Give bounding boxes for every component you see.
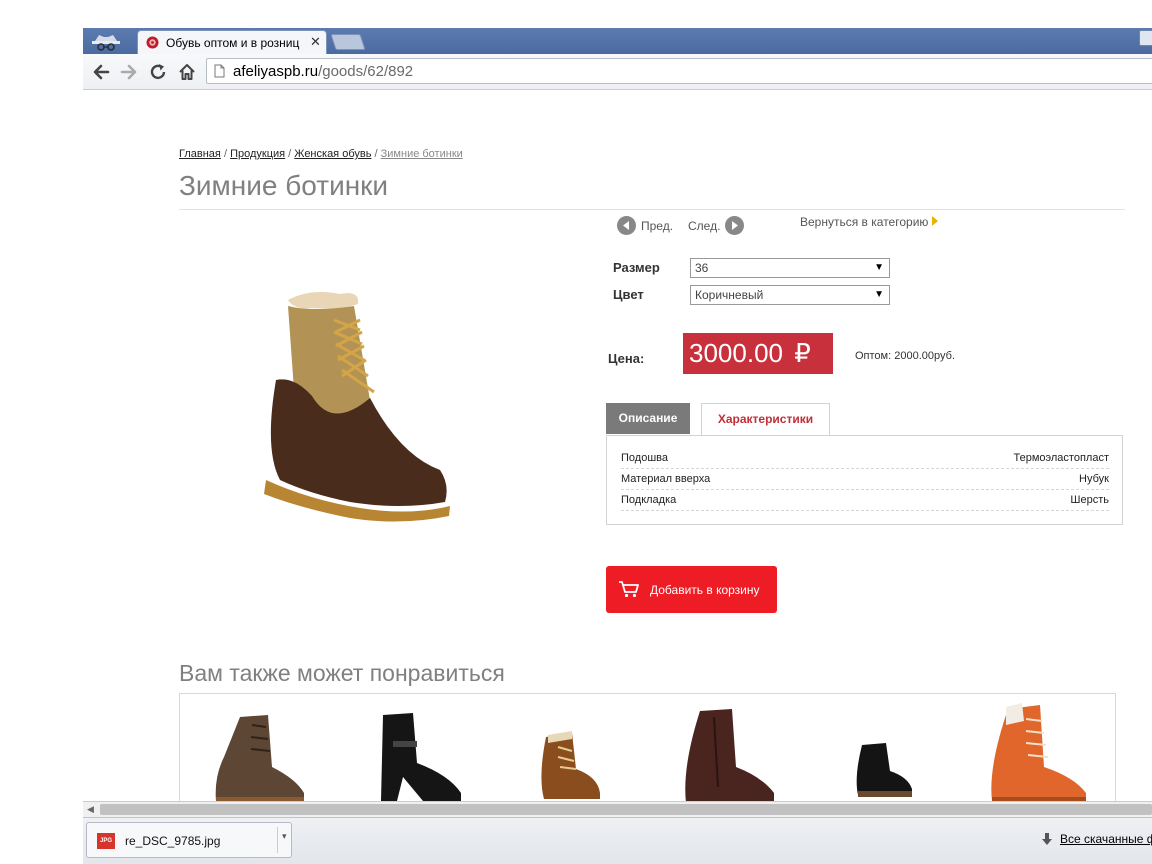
prev-label: Пред. [641, 218, 674, 233]
price-value: 3000.00 [689, 338, 783, 368]
related-title: Вам также может понравиться [179, 660, 505, 686]
spec-value: Термоэластопласт [1013, 452, 1110, 464]
screen: Обувь оптом и в розниц ✕ afeliyaspb.ru/g… [0, 0, 1152, 864]
color-value: Коричневый [695, 288, 764, 302]
address-url: afeliyaspb.ru/goods/62/892 [233, 63, 413, 80]
breadcrumb: Главная / Продукция / Женская обувь / Зи… [179, 148, 463, 160]
next-label: След. [688, 218, 721, 233]
breadcrumb-separator: / [374, 148, 378, 160]
triangle-right-icon [932, 216, 939, 226]
download-file-name: re_DSC_9785.jpg [125, 834, 221, 848]
wholesale-price: Оптом: 2000.00руб. [855, 350, 955, 362]
incognito-icon [92, 35, 120, 51]
price-badge: 3000.00 ₽ [683, 333, 833, 374]
scrollbar-thumb[interactable] [100, 804, 1152, 815]
scroll-left-arrow-icon[interactable]: ◀ [87, 804, 94, 815]
specifications-panel: Подошва Термоэластопласт Материал вверха… [606, 435, 1123, 525]
breadcrumb-separator: / [288, 148, 292, 160]
prev-link[interactable]: Пред. [617, 216, 673, 235]
dropdown-arrow-icon: ▼ [874, 262, 884, 273]
url-domain: afeliyaspb.ru [233, 63, 319, 80]
breadcrumb-separator: / [223, 148, 227, 160]
rose-favicon-icon [146, 36, 159, 49]
spec-value: Шерсть [1070, 494, 1109, 506]
related-product-image[interactable] [978, 697, 1098, 807]
related-product-image[interactable] [666, 697, 786, 807]
page-icon [214, 64, 225, 78]
back-arrow-icon[interactable] [91, 62, 111, 82]
horizontal-scrollbar[interactable]: ◀ [83, 801, 1152, 817]
download-menu-arrow-icon[interactable]: ▾ [282, 831, 287, 842]
spec-key: Подошва [621, 452, 668, 464]
tab-title: Обувь оптом и в розниц [166, 36, 300, 50]
next-link[interactable]: След. [688, 216, 745, 235]
size-select[interactable]: 36 ▼ [690, 258, 890, 278]
title-divider [179, 209, 1125, 210]
cart-icon [619, 581, 639, 598]
address-bar[interactable]: afeliyaspb.ru/goods/62/892 [206, 58, 1152, 84]
add-to-cart-label: Добавить в корзину [650, 583, 760, 597]
breadcrumb-category-link[interactable]: Женская обувь [294, 148, 371, 160]
download-item[interactable]: JPG re_DSC_9785.jpg ▾ [86, 822, 292, 858]
tab-specifications[interactable]: Характеристики [701, 403, 830, 436]
breadcrumb-current[interactable]: Зимние ботинки [381, 148, 463, 160]
page-title: Зимние ботинки [179, 170, 389, 201]
new-tab-button[interactable] [330, 34, 366, 50]
spec-row: Подкладка Шерсть [621, 490, 1109, 511]
price-label: Цена: [608, 351, 645, 366]
spec-key: Подкладка [621, 494, 677, 506]
spec-row: Материал вверха Нубук [621, 469, 1109, 490]
related-products [179, 693, 1116, 813]
related-product-image[interactable] [822, 697, 942, 807]
download-shelf: JPG re_DSC_9785.jpg ▾ Все скачанные ф [83, 817, 1152, 864]
breadcrumb-home-link[interactable]: Главная [179, 148, 221, 160]
prev-arrow-icon [617, 216, 636, 235]
product-image[interactable] [250, 280, 470, 530]
tab-strip: Обувь оптом и в розниц ✕ [83, 28, 1152, 54]
size-value: 36 [695, 261, 709, 275]
back-to-category-label: Вернуться в категорию [800, 215, 929, 229]
currency-symbol: ₽ [794, 338, 811, 368]
all-downloads-link[interactable]: Все скачанные ф [1060, 832, 1152, 846]
tab-close-icon[interactable]: ✕ [310, 34, 321, 50]
breadcrumb-products-link[interactable]: Продукция [230, 148, 285, 160]
spec-value: Нубук [1079, 473, 1109, 485]
download-arrow-icon [1042, 833, 1052, 845]
related-product-image[interactable] [196, 697, 316, 807]
back-to-category-link[interactable]: Вернуться в категорию [800, 215, 939, 229]
color-label: Цвет [613, 287, 644, 302]
forward-arrow-icon[interactable] [119, 62, 139, 82]
color-select[interactable]: Коричневый ▼ [690, 285, 890, 305]
download-item-divider [277, 827, 278, 853]
browser-toolbar: afeliyaspb.ru/goods/62/892 [83, 54, 1152, 90]
spec-key: Материал вверха [621, 473, 711, 485]
reload-icon[interactable] [148, 62, 168, 82]
next-arrow-icon [725, 216, 745, 235]
related-product-image[interactable] [510, 697, 630, 807]
url-path: /goods/62/892 [318, 63, 414, 80]
spec-row: Подошва Термоэластопласт [621, 448, 1109, 469]
jpg-file-icon: JPG [97, 833, 115, 849]
window-restore-button[interactable] [1139, 30, 1152, 46]
add-to-cart-button[interactable]: Добавить в корзину [606, 566, 777, 613]
tab-description[interactable]: Описание [606, 403, 690, 434]
home-icon[interactable] [177, 62, 197, 82]
size-label: Размер [613, 260, 660, 275]
browser-tab[interactable]: Обувь оптом и в розниц ✕ [137, 30, 327, 54]
related-product-image[interactable] [353, 697, 473, 807]
dropdown-arrow-icon: ▼ [874, 289, 884, 300]
